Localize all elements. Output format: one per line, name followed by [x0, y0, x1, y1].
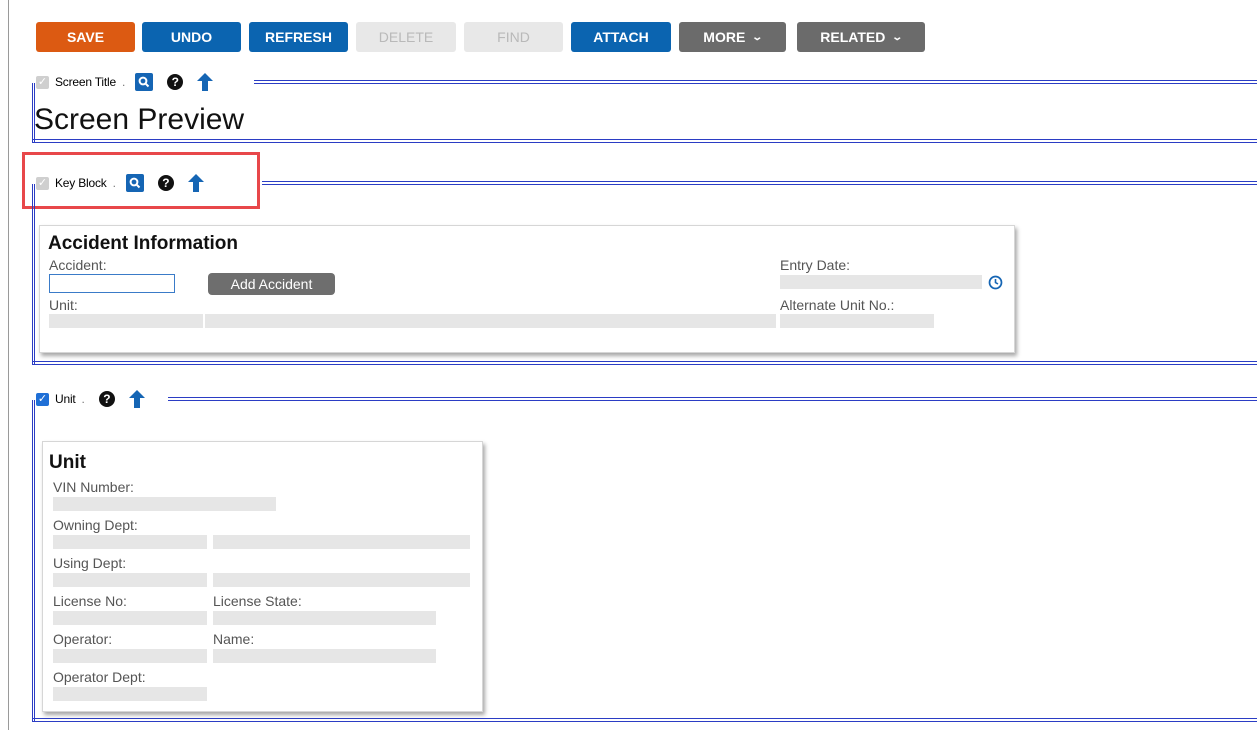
- operator-dept-field[interactable]: [53, 687, 207, 701]
- license-no-label: License No:: [53, 593, 127, 609]
- window-frame: [8, 0, 9, 730]
- attach-button[interactable]: ATTACH: [571, 22, 671, 52]
- section-rule: [32, 184, 35, 365]
- section-rule: [254, 80, 1257, 84]
- vin-number-label: VIN Number:: [53, 479, 134, 495]
- more-menu-button[interactable]: MORE ⌄: [679, 22, 786, 52]
- section-rule: [32, 718, 1257, 722]
- separator-dot: .: [81, 392, 85, 406]
- using-dept-field[interactable]: [53, 573, 207, 587]
- arrow-up-icon[interactable]: [128, 390, 145, 408]
- add-accident-button[interactable]: Add Accident: [208, 273, 335, 295]
- name-field[interactable]: [213, 649, 436, 663]
- operator-dept-label: Operator Dept:: [53, 669, 146, 685]
- checkbox-icon[interactable]: ✓: [36, 392, 49, 406]
- accident-information-card: Accident Information Accident: Add Accid…: [39, 225, 1015, 353]
- add-accident-label: Add Accident: [230, 276, 313, 292]
- section-label-screen-title: Screen Title: [55, 75, 116, 89]
- checkbox-icon[interactable]: ✓: [36, 75, 49, 89]
- help-icon[interactable]: ?: [167, 74, 184, 90]
- highlight-box: [22, 152, 260, 209]
- undo-button-label: UNDO: [170, 29, 213, 45]
- section-header-unit: ✓ Unit . ?: [36, 388, 145, 410]
- chevron-down-icon: ⌄: [891, 31, 904, 43]
- section-rule: [32, 400, 35, 722]
- refresh-button[interactable]: REFRESH: [249, 22, 348, 52]
- delete-button-label: DELETE: [378, 29, 434, 45]
- license-state-label: License State:: [213, 593, 302, 609]
- section-rule: [32, 361, 1257, 365]
- help-icon[interactable]: ?: [98, 391, 115, 407]
- alternate-unit-field[interactable]: [780, 314, 934, 328]
- unit-label: Unit:: [49, 297, 78, 313]
- clock-icon[interactable]: [988, 275, 1003, 295]
- entry-date-field[interactable]: [780, 275, 982, 289]
- operator-label: Operator:: [53, 631, 113, 647]
- owning-dept-description-field[interactable]: [213, 535, 470, 549]
- alternate-unit-label: Alternate Unit No.:: [780, 297, 895, 313]
- section-rule: [168, 397, 1257, 401]
- using-dept-description-field[interactable]: [213, 573, 470, 587]
- vin-number-field[interactable]: [53, 497, 276, 511]
- related-menu-button[interactable]: RELATED ⌄: [797, 22, 925, 52]
- section-header-screen-title: ✓ Screen Title . ?: [36, 71, 214, 93]
- save-button[interactable]: SAVE: [36, 22, 135, 52]
- card-title: Accident Information: [48, 233, 239, 254]
- operator-field[interactable]: [53, 649, 207, 663]
- chevron-down-icon: ⌄: [751, 31, 764, 43]
- license-no-field[interactable]: [53, 611, 207, 625]
- license-state-field[interactable]: [213, 611, 436, 625]
- section-rule: [32, 139, 1257, 143]
- arrow-up-icon[interactable]: [197, 73, 214, 91]
- attach-button-label: ATTACH: [593, 29, 649, 45]
- unit-card: Unit VIN Number: Owning Dept: Using Dept…: [42, 441, 483, 712]
- separator-dot: .: [121, 75, 126, 89]
- unit-field[interactable]: [49, 314, 203, 328]
- undo-button[interactable]: UNDO: [142, 22, 241, 52]
- more-button-label: MORE: [703, 29, 746, 45]
- entry-date-label: Entry Date:: [780, 257, 851, 273]
- find-button-label: FIND: [497, 29, 530, 45]
- section-label-unit: Unit: [55, 392, 76, 406]
- save-button-label: SAVE: [66, 29, 105, 45]
- unit-description-field[interactable]: [205, 314, 776, 328]
- find-button[interactable]: FIND: [464, 22, 563, 52]
- delete-button[interactable]: DELETE: [356, 22, 456, 52]
- section-rule: [262, 181, 1257, 185]
- related-button-label: RELATED: [820, 29, 886, 45]
- refresh-button-label: REFRESH: [265, 29, 332, 45]
- magnifier-icon[interactable]: [135, 73, 154, 91]
- accident-input[interactable]: [49, 274, 175, 293]
- screen-preview-title: Screen Preview: [34, 103, 245, 136]
- accident-label: Accident:: [49, 257, 107, 273]
- using-dept-label: Using Dept:: [53, 555, 127, 571]
- card-title: Unit: [49, 452, 86, 473]
- owning-dept-label: Owning Dept:: [53, 517, 138, 533]
- owning-dept-field[interactable]: [53, 535, 207, 549]
- name-label: Name:: [213, 631, 255, 647]
